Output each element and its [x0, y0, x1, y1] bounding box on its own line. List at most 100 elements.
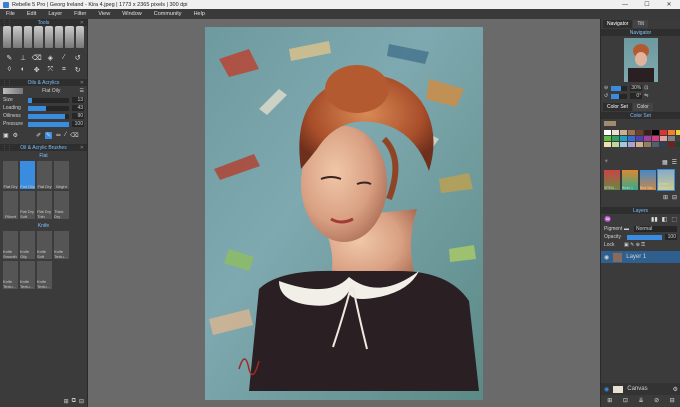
bucket-icon[interactable]: ◈: [45, 53, 56, 62]
brush-item[interactable]: Flat Dry: [3, 161, 18, 189]
brush-tip-icon[interactable]: [44, 26, 53, 48]
clear-icon[interactable]: ⊘: [654, 397, 659, 404]
delete-layer-icon[interactable]: ⊟: [670, 397, 675, 404]
move-icon[interactable]: ✥: [31, 65, 42, 74]
menu-layer[interactable]: Layer: [42, 11, 68, 17]
brush-tip-icon[interactable]: [34, 26, 43, 48]
blend-select[interactable]: Normal: [634, 226, 677, 232]
merge-icon[interactable]: ⇊: [638, 397, 643, 404]
layer-name[interactable]: Layer 1: [626, 254, 646, 260]
color-swatch[interactable]: [636, 142, 643, 147]
palette-item[interactable]: Bird Wa...: [640, 170, 656, 190]
add-palette-icon[interactable]: ⊞: [663, 194, 668, 201]
brush-name[interactable]: Flat Oily: [23, 88, 80, 94]
palette-icon[interactable]: ▣: [3, 132, 9, 139]
color-swatch[interactable]: [660, 136, 667, 141]
knife-icon[interactable]: ⁄: [65, 132, 66, 139]
color-swatch[interactable]: [660, 130, 667, 135]
palette-item[interactable]: Default Scene: [657, 169, 675, 191]
brush-item[interactable]: Knife Textu...: [20, 261, 35, 289]
brush-tip-icon[interactable]: [3, 26, 12, 48]
color-swatch[interactable]: [668, 136, 675, 141]
color-swatch[interactable]: [676, 142, 680, 147]
navigator-preview[interactable]: [601, 36, 680, 84]
add-layer-icon[interactable]: ⊞: [607, 397, 612, 404]
add-icon[interactable]: ⊞: [64, 398, 69, 405]
menu-help[interactable]: Help: [188, 11, 211, 17]
delete-palette-icon[interactable]: ⊟: [672, 194, 677, 201]
color-swatch[interactable]: [604, 130, 611, 135]
opacity-value[interactable]: 100: [665, 234, 677, 240]
eraser-small-icon[interactable]: ⌫: [70, 132, 78, 139]
smudge-icon[interactable]: ↺: [72, 53, 83, 62]
settings-icon[interactable]: ⚙: [13, 132, 18, 139]
pencil-icon[interactable]: ✏: [56, 132, 61, 139]
zoom-fit-icon[interactable]: ⊡: [644, 85, 648, 91]
angle-value[interactable]: 0°: [630, 93, 643, 99]
menu-icon[interactable]: ☰: [80, 88, 84, 94]
opacity-slider[interactable]: [627, 234, 662, 240]
color-swatch[interactable]: [612, 136, 619, 141]
color-swatch[interactable]: [652, 130, 659, 135]
visibility-icon[interactable]: ◉: [604, 254, 609, 261]
fill-icon[interactable]: ◧: [662, 216, 668, 223]
lock-toggle-icon[interactable]: ⬚: [671, 216, 677, 223]
brush-item[interactable]: Flat Dry Soft: [20, 191, 35, 219]
layer-row[interactable]: ◉ Layer 1: [601, 251, 680, 263]
color-swatch[interactable]: [604, 136, 611, 141]
brush-tip-icon[interactable]: [13, 26, 22, 48]
minimize-button[interactable]: —: [614, 0, 636, 9]
color-swatch[interactable]: [620, 130, 627, 135]
current-color-swatch[interactable]: [604, 121, 616, 126]
oiliness-slider[interactable]: [28, 113, 69, 119]
active-brush-icon[interactable]: ✎: [45, 132, 53, 139]
loading-slider[interactable]: [28, 105, 69, 111]
delete-icon[interactable]: ⊟: [79, 398, 84, 405]
size-slider[interactable]: [28, 97, 69, 103]
visibility-icon[interactable]: ◉: [604, 386, 609, 393]
oiliness-value[interactable]: 90: [72, 113, 84, 119]
tab-color-set[interactable]: Color Set: [603, 103, 632, 111]
color-swatch[interactable]: [660, 142, 667, 147]
color-swatch[interactable]: [636, 130, 643, 135]
group-icon[interactable]: ⊡: [623, 397, 628, 404]
picker-icon[interactable]: ⁄: [59, 53, 70, 62]
flip-icon[interactable]: ⇋: [644, 93, 648, 99]
brush-tip-icon[interactable]: [54, 26, 64, 48]
brush-item[interactable]: Knife Textu...: [37, 261, 52, 289]
brush-tip-icon[interactable]: [23, 26, 33, 48]
color-swatch[interactable]: [620, 142, 627, 147]
color-swatch[interactable]: [612, 130, 619, 135]
brush-item[interactable]: Knife Oily: [20, 231, 35, 259]
blend-icon[interactable]: ◐: [18, 65, 29, 74]
menu-file[interactable]: File: [0, 11, 21, 17]
maximize-button[interactable]: ☐: [636, 0, 658, 9]
color-swatch[interactable]: [604, 142, 611, 147]
canvas-layer-row[interactable]: ◉ Canvas ⚙: [601, 383, 680, 395]
crop-icon[interactable]: ⌗: [59, 65, 70, 74]
eraser-icon[interactable]: ⌫: [31, 53, 42, 62]
brush-item[interactable]: Flat Dry: [37, 161, 52, 189]
color-swatch[interactable]: [612, 142, 619, 147]
rotate-slider[interactable]: [611, 93, 628, 99]
transform-icon[interactable]: ⤧: [45, 65, 56, 74]
grid-icon[interactable]: ▦: [662, 159, 668, 166]
color-swatch[interactable]: [644, 142, 651, 147]
menu-window[interactable]: Window: [116, 11, 148, 17]
zoom-out-icon[interactable]: ⊖: [604, 85, 608, 91]
loading-value[interactable]: 43: [72, 105, 84, 111]
color-swatch[interactable]: [628, 130, 635, 135]
canvas-area[interactable]: [89, 19, 599, 407]
color-swatch[interactable]: [652, 136, 659, 141]
rotate-icon[interactable]: ↺: [604, 93, 608, 99]
brush-item[interactable]: Knife Smooth: [3, 231, 18, 259]
pressure-value[interactable]: 100: [72, 121, 84, 127]
duplicate-icon[interactable]: ⧉: [72, 398, 76, 405]
brush-item[interactable]: Bright: [54, 161, 69, 189]
pen-icon[interactable]: ✎: [4, 53, 15, 62]
color-swatch[interactable]: [668, 130, 675, 135]
color-swatch[interactable]: [620, 136, 627, 141]
brush-icon[interactable]: ✐: [36, 132, 41, 139]
brush-item[interactable]: Knife Soft: [37, 231, 52, 259]
size-value[interactable]: 13: [72, 97, 84, 103]
